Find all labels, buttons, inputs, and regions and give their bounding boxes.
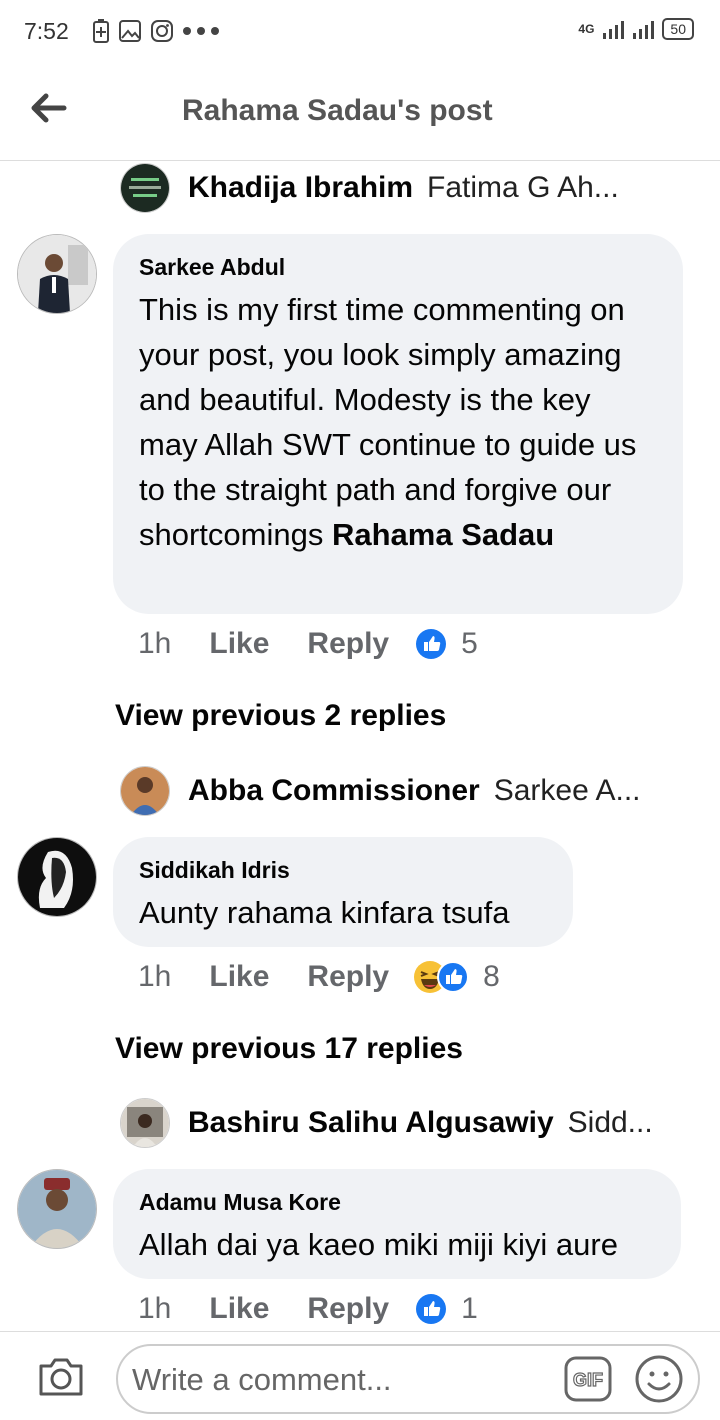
back-arrow-icon[interactable] [28,88,68,128]
like-reaction-icon[interactable] [415,1293,447,1325]
comment-input[interactable] [130,1354,554,1406]
instagram-icon [151,20,173,42]
page-title: Rahama Sadau's post [182,94,493,127]
reply-author[interactable]: Bashiru Salihu Algusawiy [188,1106,554,1140]
reaction-count[interactable]: 8 [483,960,500,994]
view-previous-replies[interactable]: View previous 2 replies [115,699,446,733]
comment-author[interactable]: Siddikah Idris [139,857,547,884]
comment-author[interactable]: Sarkee Abdul [139,254,657,281]
reaction-count[interactable]: 5 [461,627,478,661]
mention-link[interactable]: Rahama Sadau [332,517,554,552]
reply-preview[interactable]: Khadija Ibrahim Fatima G Ah... [120,163,619,213]
comment-bubble[interactable]: Siddikah Idris Aunty rahama kinfara tsuf… [113,837,573,947]
avatar[interactable] [17,234,97,314]
emoji-icon[interactable] [634,1354,684,1404]
gallery-icon [119,20,141,42]
battery-indicator: 50 [662,18,694,40]
battery-saver-icon [93,19,109,43]
status-bar: 7:52 4G 50 [0,0,720,64]
reaction-count[interactable]: 1 [461,1292,478,1326]
comment-composer: GIF [0,1331,720,1420]
reply-preview[interactable]: Bashiru Salihu Algusawiy Sidd... [120,1098,653,1148]
signal-icon [603,21,625,39]
gif-label: GIF [573,1370,603,1390]
comment-thread[interactable]: Khadija Ibrahim Fatima G Ah... Sarkee Ab… [0,161,720,1331]
comment-bubble[interactable]: Adamu Musa Kore Allah dai ya kaeo miki m… [113,1169,681,1279]
header: Rahama Sadau's post [0,64,720,161]
more-dots-icon [183,27,219,35]
network-type: 4G [578,22,595,36]
comment-time: 1h [138,1292,172,1325]
avatar[interactable] [17,1169,97,1249]
comment-bubble[interactable]: Sarkee Abdul This is my first time comme… [113,234,683,614]
like-button[interactable]: Like [209,1292,269,1326]
comment-author[interactable]: Adamu Musa Kore [139,1189,655,1216]
comment-time: 1h [138,960,172,993]
like-button[interactable]: Like [209,960,269,994]
reply-preview-text: Sarkee A... [493,774,641,807]
reply-preview[interactable]: Abba Commissioner Sarkee A... [120,766,640,816]
comment-actions: 1h Like Reply 1 [138,1292,478,1326]
like-reaction-icon[interactable] [415,628,447,660]
view-previous-replies[interactable]: View previous 17 replies [115,1032,463,1066]
comment-time: 1h [138,627,172,660]
status-time: 7:52 [24,18,69,44]
avatar[interactable] [120,766,170,816]
comment-text: This is my first time commenting on your… [139,292,637,552]
comment-text: Aunty rahama kinfara tsufa [139,895,510,930]
signal-icon-2 [633,21,655,39]
avatar[interactable] [17,837,97,917]
like-button[interactable]: Like [209,627,269,661]
reply-button[interactable]: Reply [307,1292,389,1326]
gif-icon[interactable]: GIF [564,1356,612,1402]
comment-text: Allah dai ya kaeo miki miji kiyi aure [139,1227,618,1262]
comment-input-box[interactable]: GIF [116,1344,700,1414]
camera-icon[interactable] [36,1354,86,1398]
reply-preview-text: Sidd... [567,1106,653,1139]
avatar[interactable] [120,1098,170,1148]
reply-button[interactable]: Reply [307,627,389,661]
comment-actions: 1h Like Reply 5 [138,627,478,661]
reply-preview-text: Fatima G Ah... [427,171,619,204]
reply-button[interactable]: Reply [307,960,389,994]
reply-author[interactable]: Khadija Ibrahim [188,171,413,205]
avatar[interactable] [120,163,170,213]
like-reaction-icon[interactable] [437,961,470,993]
reply-author[interactable]: Abba Commissioner [188,774,480,808]
comment-actions: 1h Like Reply 8 [138,960,500,994]
